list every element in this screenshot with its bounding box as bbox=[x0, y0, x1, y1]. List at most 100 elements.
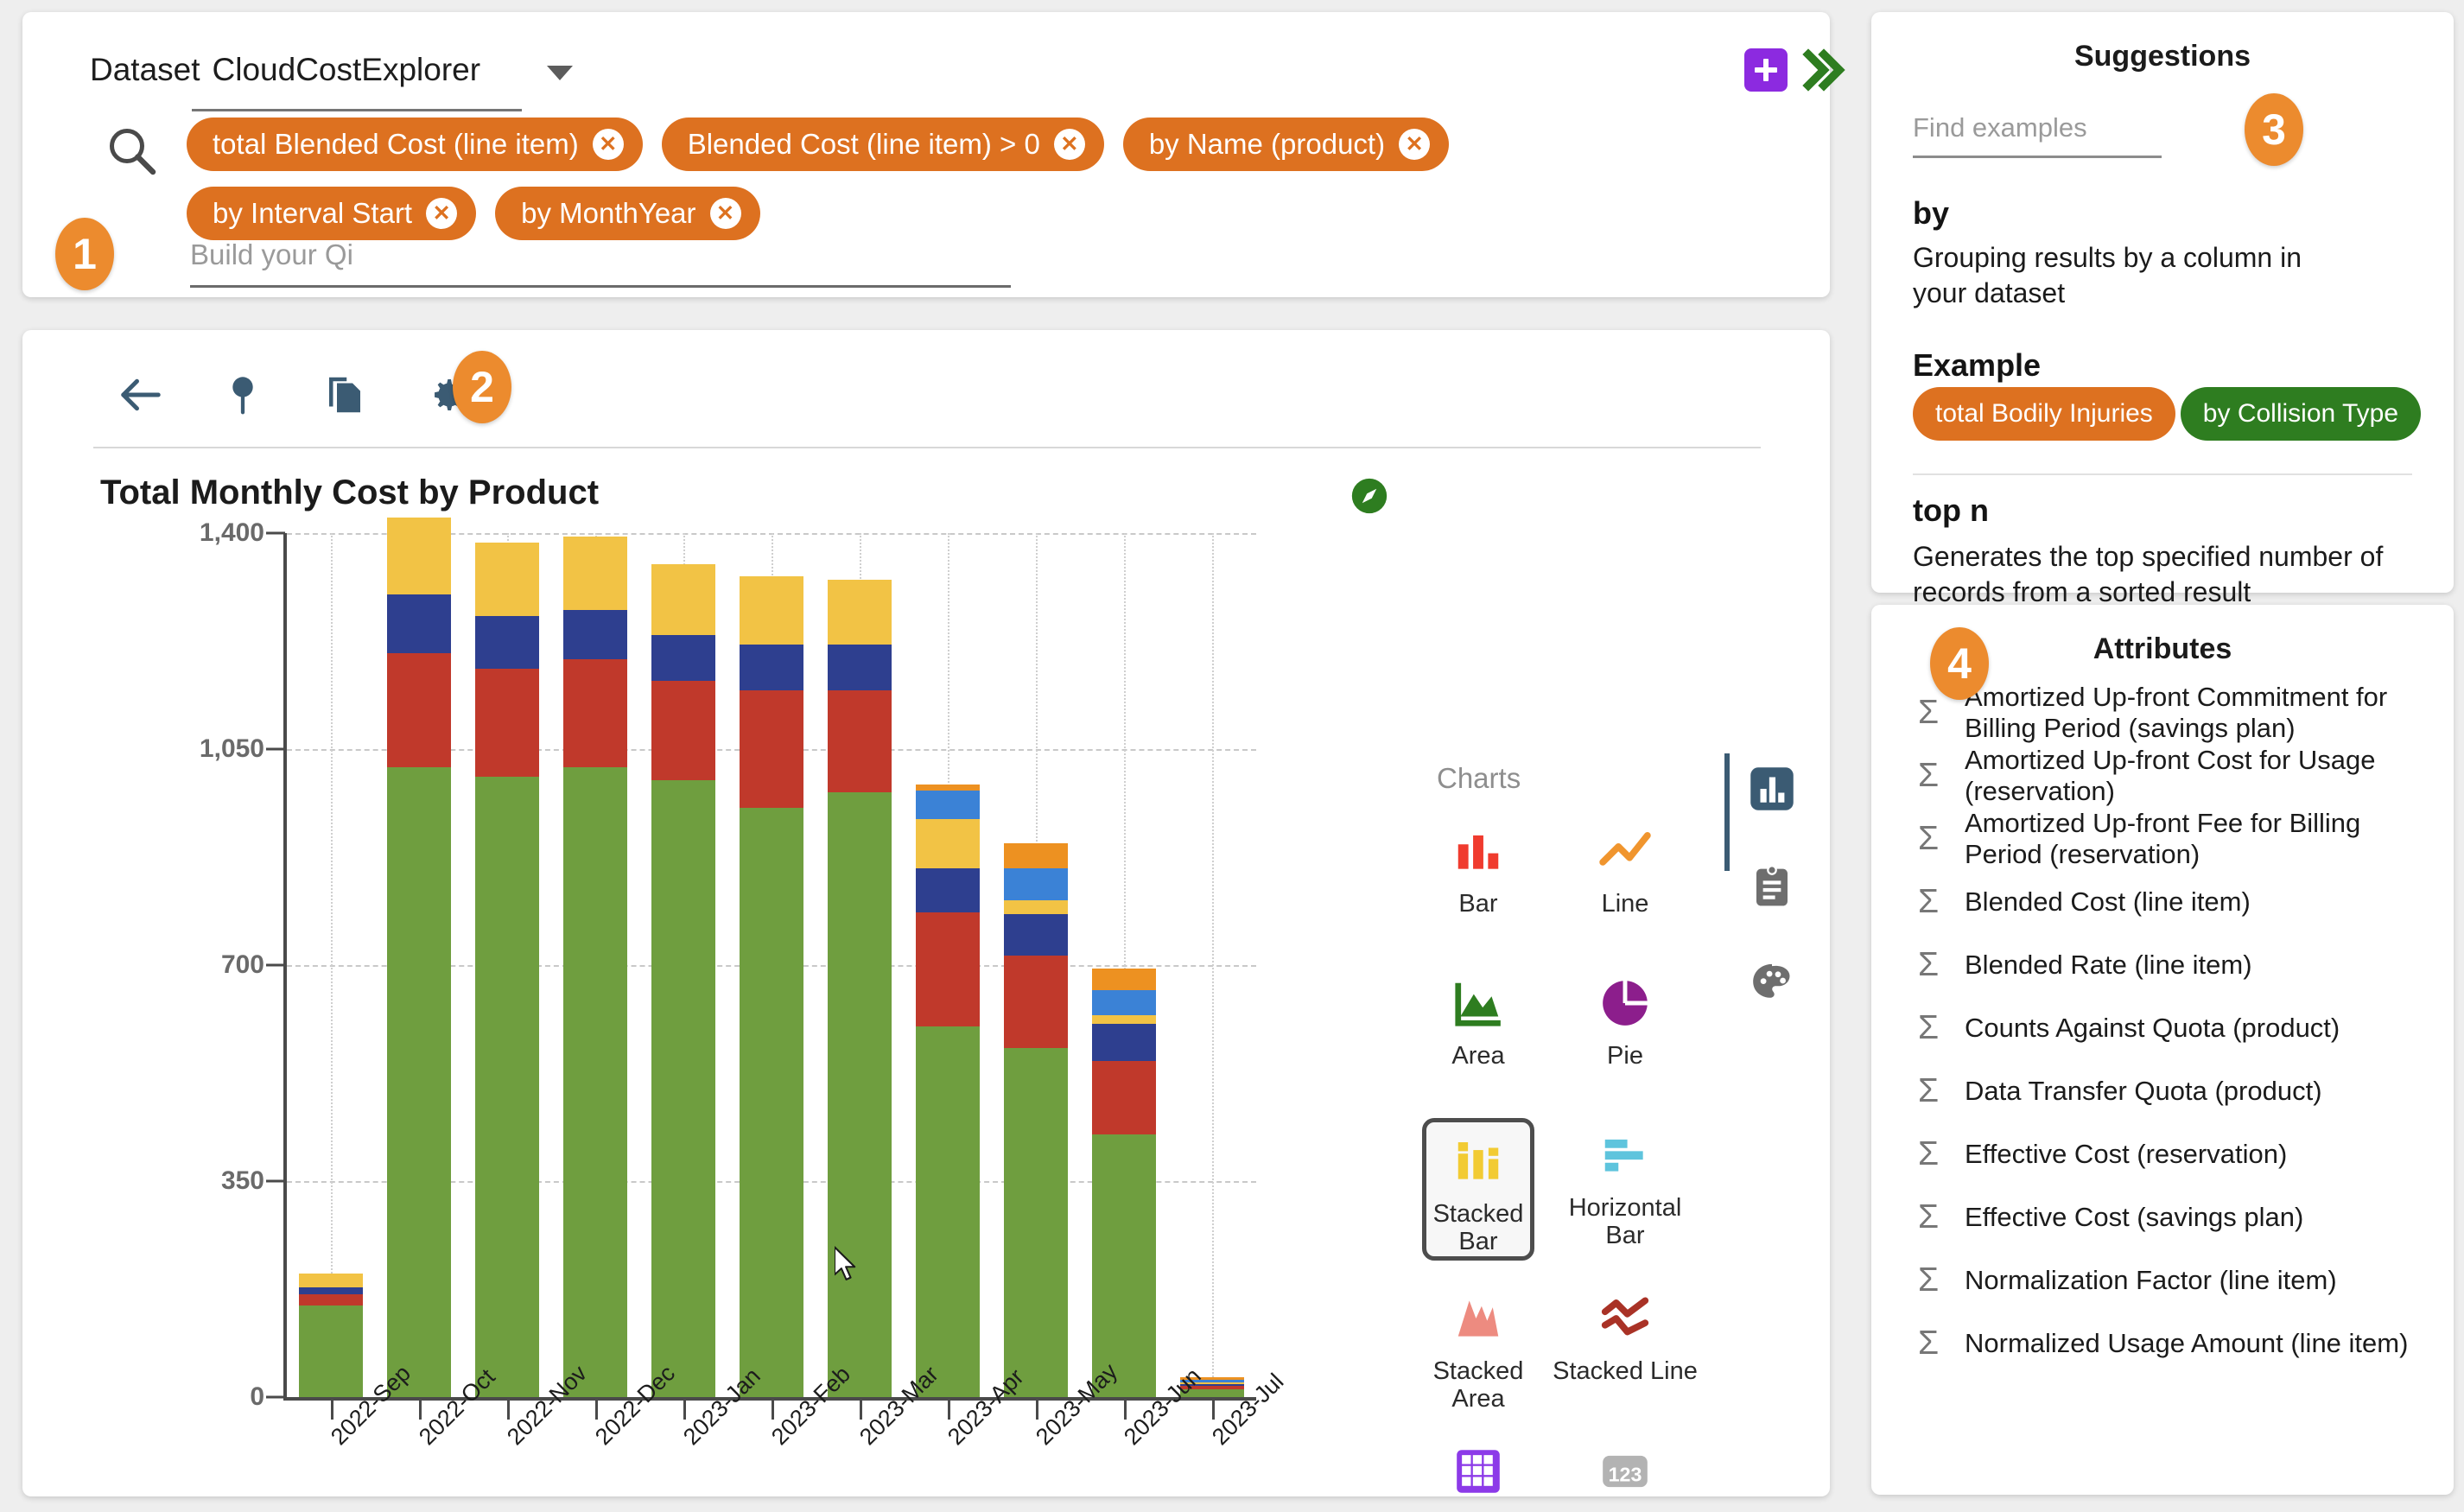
bar-segment[interactable] bbox=[563, 659, 627, 768]
close-icon[interactable]: ✕ bbox=[592, 129, 624, 160]
bar-segment[interactable] bbox=[1004, 867, 1068, 900]
bar-segment[interactable] bbox=[1092, 1060, 1156, 1135]
bar-segment[interactable] bbox=[563, 767, 627, 1397]
bar-column[interactable] bbox=[916, 533, 980, 1397]
bar-segment[interactable] bbox=[475, 542, 539, 617]
bar-segment[interactable] bbox=[1004, 913, 1068, 956]
bar-segment[interactable] bbox=[651, 634, 715, 682]
attribute-item[interactable]: Σ Data Transfer Quota (product) bbox=[1871, 1059, 2454, 1122]
chart-type-option-pie[interactable]: Pie bbox=[1552, 966, 1699, 1097]
dataset-selector[interactable]: Dataset CloudCostExplorer bbox=[90, 52, 480, 88]
query-chip[interactable]: by MonthYear ✕ bbox=[495, 187, 760, 240]
pin-icon[interactable] bbox=[219, 372, 266, 418]
example-chip-measure[interactable]: total Bodily Injuries bbox=[1913, 387, 2175, 441]
bar-segment[interactable] bbox=[916, 784, 980, 791]
close-icon[interactable]: ✕ bbox=[709, 198, 741, 229]
bar-segment[interactable] bbox=[828, 579, 892, 645]
bar-segment[interactable] bbox=[651, 779, 715, 1397]
attribute-item[interactable]: Σ Amortized Up-front Cost for Usage (rese… bbox=[1871, 744, 2454, 807]
query-chip[interactable]: Blended Cost (line item) > 0 ✕ bbox=[661, 118, 1104, 171]
attribute-item[interactable]: Σ Effective Cost (savings plan) bbox=[1871, 1185, 2454, 1248]
bar-column[interactable] bbox=[651, 533, 715, 1397]
bar-segment[interactable] bbox=[1092, 1023, 1156, 1061]
chart-type-option-area[interactable]: Area bbox=[1405, 966, 1552, 1097]
bar-segment[interactable] bbox=[828, 792, 892, 1397]
attribute-item[interactable]: Σ Blended Rate (line item) bbox=[1871, 933, 2454, 996]
bar-segment[interactable] bbox=[828, 644, 892, 691]
bar-segment[interactable] bbox=[916, 1026, 980, 1397]
suggestion-term-by[interactable]: by bbox=[1913, 195, 1949, 232]
copy-icon[interactable] bbox=[321, 372, 368, 418]
attribute-item[interactable]: Σ Blended Cost (line item) bbox=[1871, 870, 2454, 933]
bar-segment[interactable] bbox=[1092, 1014, 1156, 1024]
double-chevron-right-icon[interactable] bbox=[1800, 47, 1847, 93]
bar-segment[interactable] bbox=[387, 767, 451, 1397]
bar-segment[interactable] bbox=[651, 681, 715, 780]
bar-segment[interactable] bbox=[475, 669, 539, 778]
chart-type-option-stacked-line[interactable]: Stacked Line bbox=[1552, 1281, 1699, 1414]
chart-type-option-stacked-area[interactable]: Stacked Area bbox=[1405, 1281, 1552, 1414]
bar-segment[interactable] bbox=[299, 1286, 363, 1295]
close-icon[interactable]: ✕ bbox=[1053, 129, 1085, 160]
close-icon[interactable]: ✕ bbox=[426, 198, 458, 229]
bar-column[interactable] bbox=[1004, 533, 1068, 1397]
chart-type-option-bar[interactable]: Bar bbox=[1405, 814, 1552, 945]
bar-segment[interactable] bbox=[1092, 968, 1156, 991]
bar-segment[interactable] bbox=[299, 1274, 363, 1287]
bar-column[interactable] bbox=[475, 533, 539, 1397]
bar-column[interactable] bbox=[1092, 533, 1156, 1397]
bar-segment[interactable] bbox=[1004, 956, 1068, 1049]
chart-type-option-heat-map[interactable]: Heat Map bbox=[1405, 1434, 1552, 1512]
attribute-item[interactable]: Σ Normalized Usage Amount (line item) bbox=[1871, 1312, 2454, 1375]
bar-segment[interactable] bbox=[475, 616, 539, 670]
bar-segment[interactable] bbox=[1092, 990, 1156, 1015]
color-palette-icon[interactable] bbox=[1749, 959, 1795, 1006]
bar-segment[interactable] bbox=[740, 690, 803, 808]
add-query-button[interactable] bbox=[1744, 48, 1788, 92]
bar-segment[interactable] bbox=[916, 912, 980, 1027]
query-chip[interactable]: total Blended Cost (line item) ✕ bbox=[187, 118, 643, 171]
bar-segment[interactable] bbox=[916, 867, 980, 913]
query-chip[interactable]: by Interval Start ✕ bbox=[187, 187, 477, 240]
search-icon[interactable] bbox=[105, 124, 157, 176]
bar-segment[interactable] bbox=[740, 576, 803, 645]
example-chip-grouping[interactable]: by Collision Type bbox=[2180, 387, 2422, 441]
bar-segment[interactable] bbox=[563, 610, 627, 660]
bar-column[interactable] bbox=[740, 533, 803, 1397]
bar-segment[interactable] bbox=[916, 818, 980, 868]
back-arrow-icon[interactable] bbox=[117, 372, 164, 418]
bar-segment[interactable] bbox=[387, 594, 451, 654]
bar-segment[interactable] bbox=[387, 518, 451, 595]
bar-segment[interactable] bbox=[563, 536, 627, 611]
bar-segment[interactable] bbox=[1004, 1048, 1068, 1397]
compass-icon[interactable] bbox=[1350, 477, 1388, 515]
bar-segment[interactable] bbox=[651, 563, 715, 635]
bar-segment[interactable] bbox=[1004, 843, 1068, 868]
bar-column[interactable] bbox=[387, 518, 451, 1397]
bar-segment[interactable] bbox=[387, 653, 451, 768]
close-icon[interactable]: ✕ bbox=[1399, 129, 1431, 160]
attribute-item[interactable]: Σ Counts Against Quota (product) bbox=[1871, 996, 2454, 1059]
bar-column[interactable] bbox=[563, 533, 627, 1397]
bar-segment[interactable] bbox=[475, 777, 539, 1397]
bar-column[interactable] bbox=[1180, 533, 1244, 1397]
chart-type-option-horizontal-bar[interactable]: Horizontal Bar bbox=[1552, 1118, 1699, 1261]
attribute-item[interactable]: Σ Effective Cost (reservation) bbox=[1871, 1122, 2454, 1185]
clipboard-icon[interactable] bbox=[1749, 862, 1795, 909]
bar-segment[interactable] bbox=[916, 790, 980, 819]
attribute-item[interactable]: Σ Amortized Up-front Fee for Billing Peri… bbox=[1871, 807, 2454, 870]
bar-segment[interactable] bbox=[299, 1306, 363, 1397]
bar-column[interactable] bbox=[299, 533, 363, 1397]
query-chip[interactable]: by Name (product) ✕ bbox=[1122, 118, 1450, 171]
query-input[interactable]: Build your Qi bbox=[190, 238, 1011, 288]
suggestion-term-topn[interactable]: top n bbox=[1913, 492, 1989, 529]
attribute-item[interactable]: Σ Normalization Factor (line item) bbox=[1871, 1248, 2454, 1312]
chart-panel-icon[interactable] bbox=[1749, 766, 1795, 812]
chart-type-option-line[interactable]: Line bbox=[1552, 814, 1699, 945]
bar-segment[interactable] bbox=[828, 690, 892, 792]
chart-type-option-stacked-bar[interactable]: Stacked Bar bbox=[1422, 1118, 1534, 1261]
bar-segment[interactable] bbox=[1092, 1134, 1156, 1397]
bar-segment[interactable] bbox=[740, 644, 803, 691]
chevron-down-icon[interactable] bbox=[547, 66, 573, 80]
bar-segment[interactable] bbox=[740, 807, 803, 1397]
